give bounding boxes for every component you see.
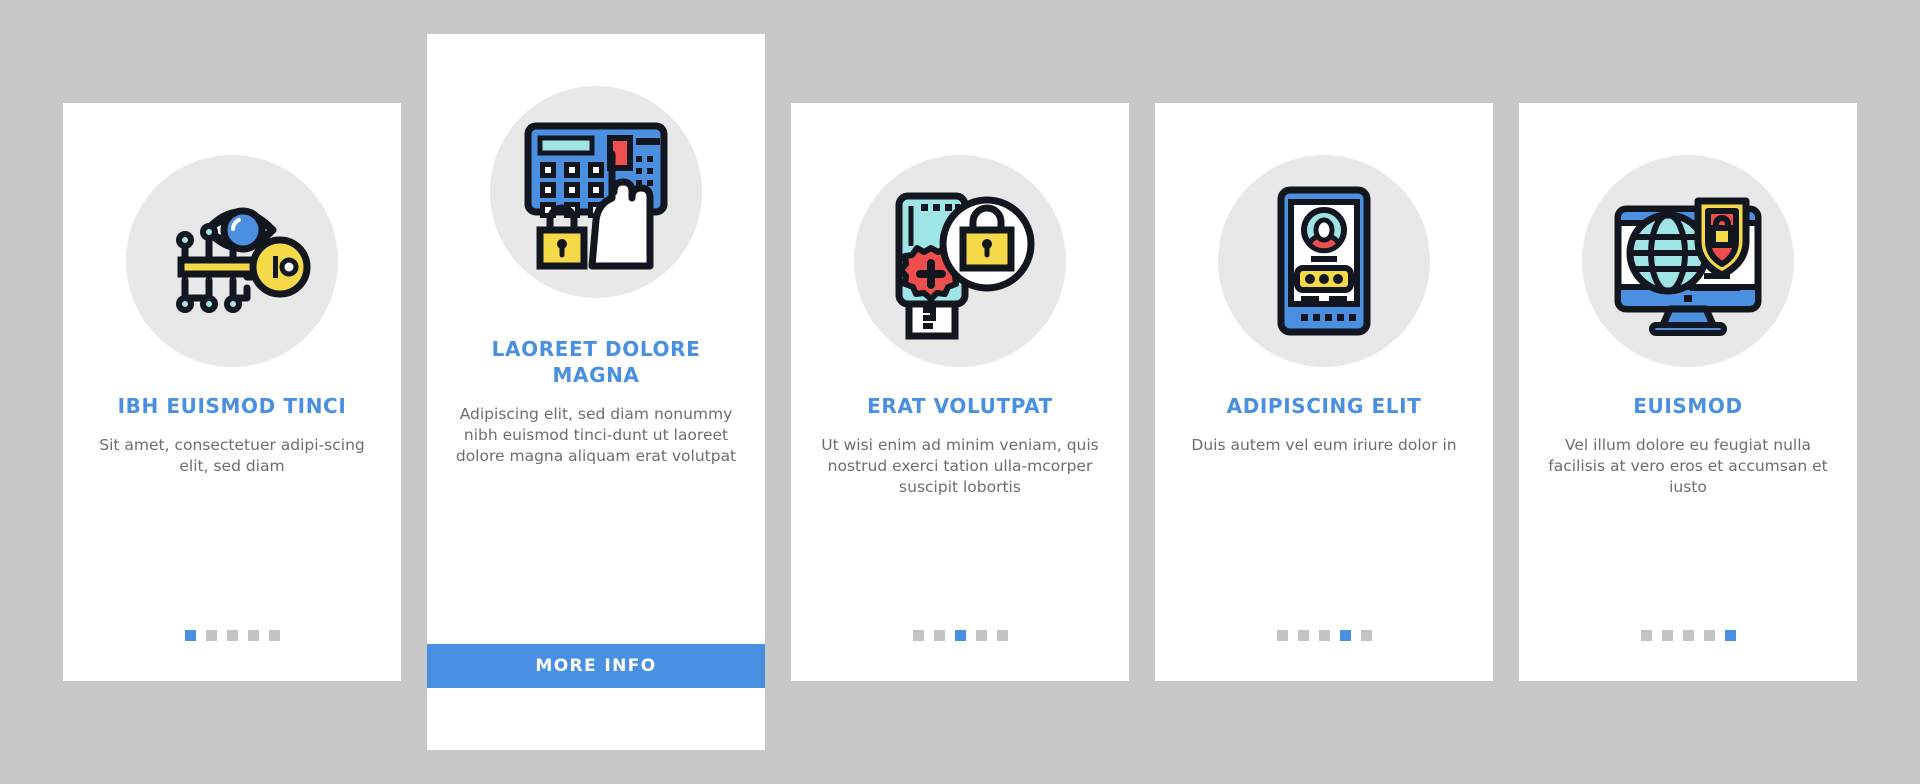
usb-drive-gear-padlock-icon bbox=[854, 155, 1066, 367]
pagination-dot[interactable] bbox=[933, 630, 945, 641]
pagination-dots[interactable] bbox=[63, 630, 401, 641]
pagination-dot[interactable] bbox=[1682, 630, 1694, 641]
pagination-dot[interactable] bbox=[954, 630, 966, 641]
card-title: IBH EUISMOD TINCI bbox=[117, 394, 347, 418]
pagination-dot[interactable] bbox=[1276, 630, 1288, 641]
desktop-globe-shield-lock-icon bbox=[1582, 155, 1794, 367]
pagination-dot[interactable] bbox=[912, 630, 924, 641]
icon-area bbox=[1155, 145, 1493, 377]
icon-area bbox=[791, 145, 1129, 377]
pagination-dots[interactable] bbox=[791, 630, 1129, 641]
pagination-dot[interactable] bbox=[996, 630, 1008, 641]
icon-area bbox=[427, 76, 765, 308]
onboarding-card-board: IBH EUISMOD TINCI Sit amet, consectetuer… bbox=[0, 0, 1920, 784]
pagination-dot[interactable] bbox=[1640, 630, 1652, 641]
card-body: Ut wisi enim ad minim veniam, quis nostr… bbox=[821, 436, 1099, 496]
eye-circuit-key-icon bbox=[126, 155, 338, 367]
pagination-dot[interactable] bbox=[975, 630, 987, 641]
pagination-dots[interactable] bbox=[1155, 630, 1493, 641]
card-body: Vel illum dolore eu feugiat nulla facili… bbox=[1548, 436, 1828, 496]
pagination-dot[interactable] bbox=[226, 630, 238, 641]
pagination-dot[interactable] bbox=[247, 630, 259, 641]
more-info-button[interactable]: MORE INFO bbox=[427, 644, 765, 688]
icon-area bbox=[63, 145, 401, 377]
card-body: Duis autem vel eum iriure dolor in bbox=[1191, 436, 1457, 454]
onboarding-card-5[interactable]: EUISMOD Vel illum dolore eu feugiat null… bbox=[1519, 103, 1857, 681]
onboarding-card-3[interactable]: ERAT VOLUTPAT Ut wisi enim ad minim veni… bbox=[791, 103, 1129, 681]
pagination-dot[interactable] bbox=[1360, 630, 1372, 641]
pagination-dot[interactable] bbox=[1703, 630, 1715, 641]
pagination-dot[interactable] bbox=[1724, 630, 1736, 641]
pagination-dot[interactable] bbox=[205, 630, 217, 641]
pagination-dot[interactable] bbox=[1318, 630, 1330, 641]
card-body: Adipiscing elit, sed diam nonummy nibh e… bbox=[455, 405, 737, 465]
pagination-dot[interactable] bbox=[1297, 630, 1309, 641]
icon-area bbox=[1519, 145, 1857, 377]
card-title: EUISMOD bbox=[1633, 394, 1743, 418]
pagination-dot[interactable] bbox=[1339, 630, 1351, 641]
pagination-dot[interactable] bbox=[1661, 630, 1673, 641]
keypad-hand-padlock-icon bbox=[490, 86, 702, 298]
onboarding-card-1[interactable]: IBH EUISMOD TINCI Sit amet, consectetuer… bbox=[63, 103, 401, 681]
card-title: LAOREET DOLORE MAGNA bbox=[491, 337, 701, 387]
onboarding-card-2[interactable]: LAOREET DOLORE MAGNA Adipiscing elit, se… bbox=[427, 34, 765, 750]
card-title: ADIPISCING ELIT bbox=[1226, 394, 1422, 418]
pagination-dot[interactable] bbox=[184, 630, 196, 641]
card-title: ERAT VOLUTPAT bbox=[867, 394, 1053, 418]
onboarding-card-4[interactable]: ADIPISCING ELIT Duis autem vel eum iriur… bbox=[1155, 103, 1493, 681]
pagination-dot[interactable] bbox=[268, 630, 280, 641]
card-body: Sit amet, consectetuer adipi-scing elit,… bbox=[99, 436, 365, 475]
mobile-login-password-icon bbox=[1218, 155, 1430, 367]
pagination-dots[interactable] bbox=[1519, 630, 1857, 641]
